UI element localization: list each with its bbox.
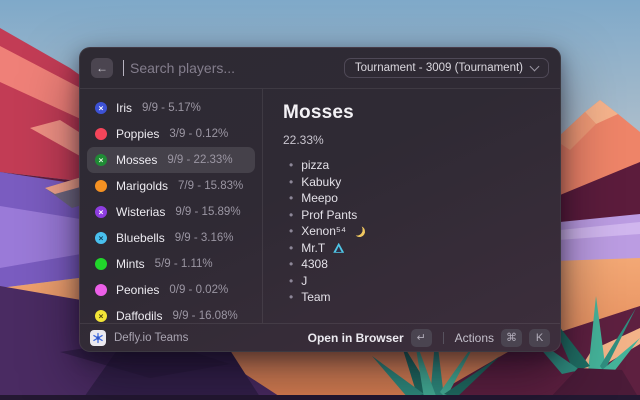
chevron-down-icon	[530, 62, 540, 72]
search-input[interactable]	[128, 59, 334, 77]
team-stats: 5/9 - 1.11%	[155, 258, 213, 270]
player-list-item: • Mr.T	[289, 242, 540, 255]
player-list-item: • Meepo	[289, 192, 540, 205]
bullet-icon: •	[289, 192, 293, 205]
bullet-icon: •	[289, 209, 293, 222]
back-button[interactable]: ←	[91, 58, 113, 78]
team-row[interactable]: Peonies 0/9 - 0.02%	[87, 277, 255, 303]
bullet-icon: •	[289, 225, 293, 238]
detail-title: Mosses	[283, 102, 540, 124]
team-detail-panel: Mosses 22.33% • pizza • Kabuky • Meepo •…	[263, 89, 560, 323]
team-stats: 7/9 - 15.83%	[178, 180, 243, 192]
team-stats: 0/9 - 0.02%	[169, 284, 228, 296]
team-name: Poppies	[116, 127, 159, 141]
detail-win-percentage: 22.33%	[283, 133, 540, 147]
team-row[interactable]: × Wisterias 9/9 - 15.89%	[87, 199, 255, 225]
footer-bar: Defly.io Teams Open in Browser ↵ Actions…	[80, 323, 560, 351]
team-name: Bluebells	[116, 231, 165, 245]
player-name: Prof Pants	[301, 209, 357, 222]
bullet-icon: •	[289, 275, 293, 288]
team-name: Iris	[116, 101, 132, 115]
bullet-icon: •	[289, 176, 293, 189]
team-name: Mosses	[116, 153, 157, 167]
player-name: Xenon⁵⁴	[301, 225, 346, 238]
player-list-item: • Kabuky	[289, 176, 540, 189]
footer-divider	[443, 332, 444, 344]
bullet-icon: •	[289, 291, 293, 304]
defly-logo-icon	[90, 330, 106, 346]
bullet-icon: •	[289, 159, 293, 172]
player-name: pizza	[301, 159, 329, 172]
team-color-dot-icon: ×	[95, 206, 107, 218]
player-name: Mr.T	[301, 242, 325, 255]
crescent-moon-icon	[353, 225, 366, 238]
player-list-item: • Xenon⁵⁴	[289, 225, 540, 238]
team-color-dot-icon: ×	[95, 232, 107, 244]
desktop: ← Tournament - 3009 (Tournament) × Iris …	[0, 0, 640, 400]
player-name: Kabuky	[301, 176, 341, 189]
player-list-item: • 4308	[289, 258, 540, 271]
team-name: Wisterias	[116, 205, 165, 219]
team-row[interactable]: Marigolds 7/9 - 15.83%	[87, 173, 255, 199]
open-in-browser-button[interactable]: Open in Browser ↵	[308, 329, 432, 347]
team-row[interactable]: × Iris 9/9 - 5.17%	[87, 95, 255, 121]
team-stats: 3/9 - 0.12%	[169, 128, 228, 140]
team-name: Peonies	[116, 283, 159, 297]
return-key-icon: ↵	[411, 329, 432, 347]
player-name: 4308	[301, 258, 328, 271]
players-list: • pizza • Kabuky • Meepo • Prof Pants • …	[283, 159, 540, 304]
team-stats: 9/9 - 16.08%	[172, 310, 237, 322]
tournament-dropdown[interactable]: Tournament - 3009 (Tournament)	[344, 58, 549, 78]
team-color-dot-icon: ×	[95, 310, 107, 322]
player-name: Meepo	[301, 192, 338, 205]
player-list-item: • pizza	[289, 159, 540, 172]
team-row[interactable]: Mints 5/9 - 1.11%	[87, 251, 255, 277]
team-name: Mints	[116, 257, 145, 271]
back-arrow-icon: ←	[96, 61, 108, 75]
team-color-dot-icon: ×	[95, 102, 107, 114]
command-key-icon: ⌘	[501, 329, 522, 347]
player-list-item: • Team	[289, 291, 540, 304]
team-color-dot-icon	[95, 180, 107, 192]
window-body: × Iris 9/9 - 5.17% Poppies 3/9 - 0.12% ×…	[80, 89, 560, 323]
actions-label: Actions	[455, 331, 494, 345]
player-name: J	[301, 275, 307, 288]
team-stats: 9/9 - 15.89%	[175, 206, 240, 218]
team-color-dot-icon	[95, 284, 107, 296]
bullet-icon: •	[289, 258, 293, 271]
team-name: Daffodils	[116, 309, 162, 323]
player-list-item: • Prof Pants	[289, 209, 540, 222]
team-color-dot-icon: ×	[95, 154, 107, 166]
team-stats: 9/9 - 22.33%	[167, 154, 232, 166]
tournament-dropdown-value: Tournament - 3009 (Tournament)	[355, 62, 523, 74]
text-caret	[123, 60, 124, 76]
player-name: Team	[301, 291, 330, 304]
triangle-icon	[333, 243, 344, 253]
launcher-window: ← Tournament - 3009 (Tournament) × Iris …	[79, 47, 561, 352]
team-stats: 9/9 - 3.16%	[175, 232, 234, 244]
search-bar: ← Tournament - 3009 (Tournament)	[80, 48, 560, 89]
team-color-dot-icon	[95, 128, 107, 140]
team-row[interactable]: × Bluebells 9/9 - 3.16%	[87, 225, 255, 251]
teams-list: × Iris 9/9 - 5.17% Poppies 3/9 - 0.12% ×…	[80, 89, 263, 323]
app-name: Defly.io Teams	[114, 332, 188, 344]
player-list-item: • J	[289, 275, 540, 288]
open-in-browser-label: Open in Browser	[308, 331, 404, 345]
team-color-dot-icon	[95, 258, 107, 270]
team-name: Marigolds	[116, 179, 168, 193]
team-stats: 9/9 - 5.17%	[142, 102, 201, 114]
k-key-icon: K	[529, 329, 550, 347]
team-row[interactable]: × Mosses 9/9 - 22.33%	[87, 147, 255, 173]
team-row[interactable]: Poppies 3/9 - 0.12%	[87, 121, 255, 147]
bullet-icon: •	[289, 242, 293, 255]
actions-button[interactable]: Actions ⌘ K	[455, 329, 550, 347]
